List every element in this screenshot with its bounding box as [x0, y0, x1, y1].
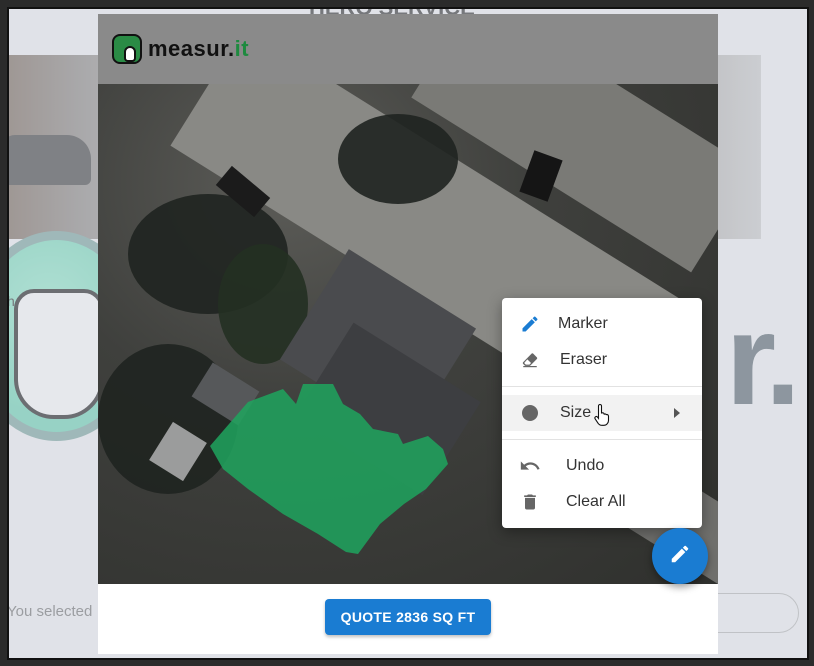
menu-divider: [502, 386, 702, 387]
modal-footer: QUOTE 2836 SQ FT: [98, 584, 718, 654]
quote-button[interactable]: QUOTE 2836 SQ FT: [324, 599, 492, 635]
menu-item-marker[interactable]: Marker: [502, 306, 702, 342]
menu-item-label: Marker: [558, 315, 608, 332]
undo-icon: [518, 454, 542, 478]
measurit-logo-icon: [112, 34, 142, 64]
menu-item-undo[interactable]: Undo: [502, 448, 702, 484]
menu-item-label: Clear All: [566, 493, 626, 510]
measurit-logo-text: measur.it: [148, 36, 249, 62]
pencil-icon: [518, 312, 542, 336]
menu-item-eraser[interactable]: Eraser: [502, 342, 702, 378]
chevron-right-icon: [674, 408, 680, 418]
edit-fab-button[interactable]: [652, 528, 708, 584]
logo-text-main: measur.: [148, 36, 235, 61]
trash-icon: [518, 490, 542, 514]
menu-item-label: Eraser: [560, 351, 608, 368]
logo-text-accent: it: [234, 36, 250, 61]
menu-item-label: Undo: [566, 457, 605, 474]
pencil-icon: [669, 543, 691, 570]
modal-header: measur.it: [98, 14, 718, 84]
circle-icon: [518, 401, 542, 425]
hand-cursor-icon: [594, 403, 612, 427]
menu-item-label: Size: [560, 404, 592, 421]
menu-item-clear-all[interactable]: Clear All: [502, 484, 702, 520]
eraser-icon: [518, 348, 542, 372]
menu-divider: [502, 439, 702, 440]
